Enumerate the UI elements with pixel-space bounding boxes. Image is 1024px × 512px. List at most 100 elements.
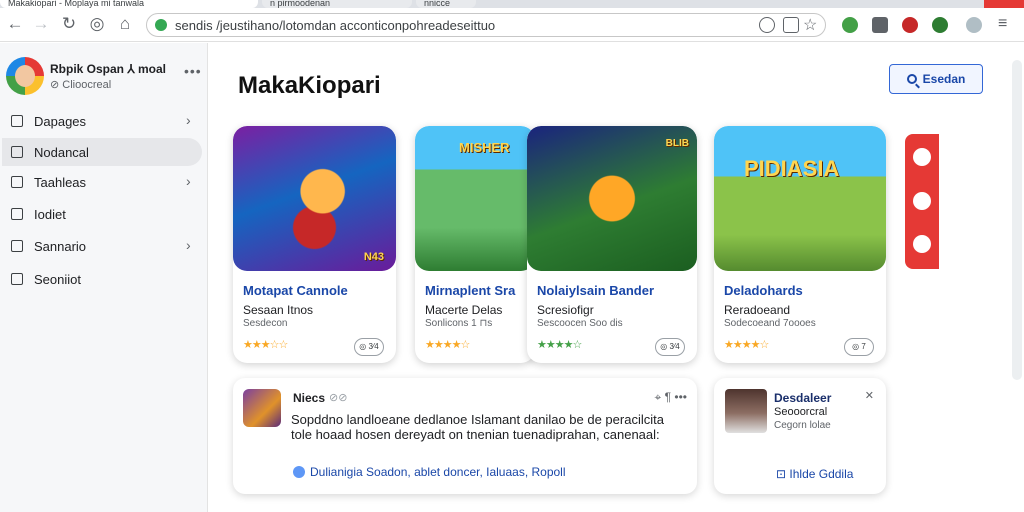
sidebar-item-label: Dapages [34, 114, 87, 129]
profile-avatar-icon[interactable] [966, 17, 982, 33]
game-art-label: N43 [363, 251, 384, 263]
extension-red-icon[interactable] [902, 17, 918, 33]
bookmark-star-icon[interactable]: ☆ [803, 15, 817, 35]
promo-meta: Cegorn lolae [774, 420, 831, 431]
search-button[interactable]: Esedan [889, 64, 983, 94]
chevron-right-icon: › [186, 173, 191, 189]
folder-icon [11, 146, 23, 158]
action-icon-1[interactable] [913, 148, 931, 166]
game-subtitle: Macerte Delas [425, 303, 503, 317]
url-text[interactable]: sendis /jeustihano/lotomdan acconticonpo… [175, 18, 495, 33]
sidebar-item-dapages[interactable]: Dapages › [2, 107, 202, 135]
info-icon[interactable]: ◎ [86, 13, 108, 35]
rating-stars: ★★★☆☆ [243, 339, 288, 351]
post-links[interactable]: Dulianigia Soadon, ablet doncer, Ialuaas… [293, 465, 566, 479]
game-art-label: PIDIASIA [744, 156, 840, 181]
game-meta: Sonlicons 1 ⊓s [425, 318, 493, 329]
scrollbar[interactable] [1012, 60, 1022, 380]
sidebar-item-label: Sannario [34, 239, 87, 254]
window-close-button[interactable] [984, 0, 1024, 8]
post-actions[interactable]: ⌖ ¶ ••• [655, 390, 687, 405]
post-author[interactable]: Niecs [293, 391, 325, 405]
page-icon [11, 115, 23, 127]
post-links-text[interactable]: Dulianigia Soadon, ablet doncer, Ialuaas… [310, 465, 566, 479]
browser-toolbar: ← → ↻ ◎ ⌂ sendis /jeustihano/lotomdan ac… [0, 8, 1024, 42]
download-pill[interactable]: ◎ 7 [844, 338, 874, 356]
info-box-icon [11, 273, 23, 285]
game-subtitle: Sesaan Itnos [243, 303, 314, 317]
sidebar-item-iodiet[interactable]: Iodiet [2, 200, 202, 228]
tab-cast-icon[interactable] [783, 17, 799, 33]
secure-lock-icon [155, 19, 167, 31]
game-art-4: PIDIASIA [714, 126, 886, 271]
extension-green-icon[interactable] [842, 17, 858, 33]
game-card-2[interactable]: MISHER Mirnaplent Sra Macerte Delas Sonl… [415, 126, 535, 363]
promo-subtitle: Seooorcral [774, 406, 828, 418]
game-art-label: BLIB [665, 138, 689, 149]
promo-links[interactable]: ⊡ Ihlde Gddila [776, 467, 853, 481]
game-meta: Sesdecon [243, 318, 288, 329]
rating-stars: ★★★★☆ [425, 339, 470, 351]
game-art-2: MISHER [415, 126, 535, 271]
game-card-1[interactable]: N43 Motapat Cannole Sesaan Itnos Sesdeco… [233, 126, 396, 363]
game-art-label: MISHER [459, 140, 510, 155]
chevron-right-icon: › [186, 237, 191, 253]
promo-thumbnail[interactable] [725, 389, 767, 433]
game-art-3: BLIB [527, 126, 697, 271]
game-card-4[interactable]: PIDIASIA Deladohards Reradoeand Sodecoea… [714, 126, 886, 363]
game-title[interactable]: Motapat Cannole [243, 283, 348, 298]
list-icon [11, 240, 23, 252]
tab-3[interactable]: nnicce [416, 0, 476, 8]
game-title[interactable]: Mirnaplent Sra [425, 283, 515, 298]
home-icon[interactable]: ⌂ [114, 13, 136, 35]
globe-icon [293, 466, 305, 478]
sidebar: Rbpik Ospan ⅄ moal ⊘ Clioocreal ••• Dapa… [0, 43, 208, 512]
avatar[interactable] [6, 57, 44, 95]
sidebar-item-nodancal[interactable]: Nodancal [2, 138, 202, 166]
tab-active[interactable]: Makakiopari - Moplaya mi tanwala [0, 0, 258, 8]
action-icon-2[interactable] [913, 192, 931, 210]
game-subtitle: Scresiofigr [537, 303, 594, 317]
promo-card: Desdaleer Seooorcral Cegorn lolae ✕ ⊡ Ih… [714, 378, 886, 494]
user-name: Rbpik Ospan ⅄ moal [50, 62, 167, 76]
rating-stars: ★★★★☆ [537, 339, 582, 351]
address-bar[interactable]: sendis /jeustihano/lotomdan acconticonpo… [146, 13, 826, 37]
game-subtitle: Reradoeand [724, 303, 791, 317]
forward-icon[interactable]: → [30, 13, 52, 35]
reload-icon[interactable]: ↻ [58, 13, 80, 35]
lens-icon[interactable] [759, 17, 775, 33]
game-meta: Sescoocen Soo dis [537, 318, 623, 329]
sidebar-item-label: Taahleas [34, 175, 87, 190]
action-icon-3[interactable] [913, 235, 931, 253]
game-title[interactable]: Nolaiylsain Bander [537, 283, 654, 298]
post-card: Niecs ⊘⊘ ⌖ ¶ ••• Sopddno landloeane dedl… [233, 378, 697, 494]
download-pill[interactable]: ◎ 3⁄4 [655, 338, 685, 356]
menu-hamburger-icon[interactable]: ≡ [998, 15, 1007, 33]
game-art-1: N43 [233, 126, 396, 271]
tab-strip: Makakiopari - Moplaya mi tanwala n pirmo… [0, 0, 1024, 8]
back-icon[interactable]: ← [4, 13, 26, 35]
download-pill[interactable]: ◎ 3⁄4 [354, 338, 384, 356]
sidebar-item-seoniiot[interactable]: Seoniiot [2, 265, 202, 293]
close-icon[interactable]: ✕ [865, 389, 874, 402]
promo-title[interactable]: Desdaleer [774, 391, 831, 405]
chevron-right-icon: › [186, 112, 191, 128]
post-thumbnail[interactable] [243, 389, 281, 427]
sidebar-item-taahleas[interactable]: Taahleas › [2, 168, 202, 196]
search-button-label: Esedan [922, 72, 966, 86]
document-icon [11, 208, 23, 220]
game-meta: Sodecoeand 7oooes [724, 318, 816, 329]
game-title[interactable]: Deladohards [724, 283, 803, 298]
extension-dark-green-icon[interactable] [932, 17, 948, 33]
sidebar-item-label: Iodiet [34, 207, 66, 222]
chart-icon [11, 176, 23, 188]
page-title: MakaKiopari [238, 72, 381, 99]
game-card-3[interactable]: BLIB Nolaiylsain Bander Scresiofigr Sesc… [527, 126, 697, 363]
user-subtitle: ⊘ Clioocreal [50, 79, 112, 91]
sidebar-item-sannario[interactable]: Sannario › [2, 232, 202, 260]
post-body: Sopddno landloeane dedlanoe Islamant dan… [291, 412, 664, 442]
puzzle-extension-icon[interactable] [872, 17, 888, 33]
tab-2[interactable]: n pirmoodenan [262, 0, 412, 8]
sidebar-item-label: Nodancal [34, 145, 89, 160]
more-options-icon[interactable]: ••• [184, 63, 202, 79]
